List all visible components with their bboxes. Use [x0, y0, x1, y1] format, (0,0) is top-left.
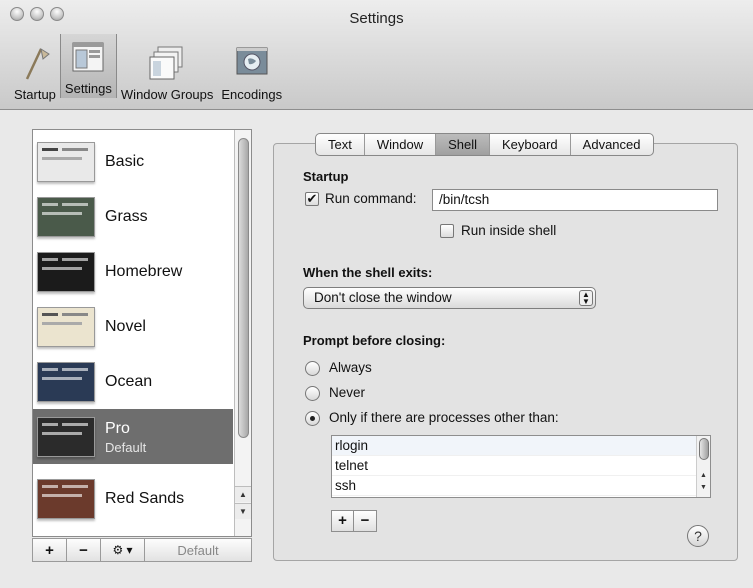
profile-list-buttons: + − ⚙ ▾ Default [32, 538, 252, 562]
remove-profile-button[interactable]: − [67, 539, 101, 561]
updown-arrows-icon: ▲ ▼ [579, 290, 593, 306]
list-item[interactable]: telnet [332, 456, 710, 476]
toolbar: Startup Settings Window Groups Encodings [10, 34, 286, 104]
profile-default-label: Default [105, 439, 147, 455]
toolbar-label: Startup [14, 87, 56, 102]
titlebar: Settings Startup Settings Window Groups … [0, 0, 753, 110]
process-list[interactable]: rlogin telnet ssh ▲ ▼ [331, 435, 711, 498]
default-button[interactable]: Default [145, 539, 251, 561]
encodings-icon [234, 45, 270, 81]
radio-always[interactable] [305, 361, 320, 376]
settings-window: Settings Startup Settings Window Groups … [0, 0, 753, 588]
profile-list[interactable]: Basic Grass Homebrew Novel Ocean Pro Def… [32, 129, 252, 537]
toolbar-settings[interactable]: Settings [59, 34, 117, 98]
profile-thumbnail [37, 251, 95, 292]
help-button[interactable]: ? [687, 525, 709, 547]
add-process-button[interactable]: + [332, 511, 354, 531]
list-item[interactable]: rlogin [332, 436, 710, 456]
gear-menu-button[interactable]: ⚙ ▾ [101, 539, 145, 561]
profile-item-homebrew[interactable]: Homebrew [33, 244, 233, 299]
radio-always-label: Always [329, 360, 372, 375]
radio-only-if-processes[interactable] [305, 411, 320, 426]
profile-name: Ocean [105, 373, 153, 390]
tab-text[interactable]: Text [316, 134, 365, 155]
toolbar-window-groups[interactable]: Window Groups [117, 40, 217, 104]
add-profile-button[interactable]: + [33, 539, 67, 561]
run-command-checkbox[interactable]: ✔ [305, 192, 319, 206]
profile-name: Pro [105, 419, 130, 437]
remove-process-button[interactable]: − [354, 511, 376, 531]
toolbar-label: Settings [64, 81, 112, 96]
scroll-down-arrow-icon[interactable]: ▼ [697, 484, 710, 491]
run-command-label: Run command: [325, 191, 417, 206]
profile-item-ocean[interactable]: Ocean [33, 354, 233, 409]
startup-heading: Startup [303, 169, 349, 184]
scroll-up-arrow-icon[interactable]: ▲ [697, 472, 710, 479]
profile-thumbnail [37, 141, 95, 182]
tab-keyboard[interactable]: Keyboard [490, 134, 571, 155]
run-inside-shell-checkbox[interactable] [440, 224, 454, 238]
profile-item-novel[interactable]: Novel [33, 299, 233, 354]
run-inside-shell-label: Run inside shell [461, 223, 557, 238]
settings-icon [70, 39, 106, 75]
toolbar-label: Encodings [221, 87, 283, 102]
toolbar-encodings[interactable]: Encodings [217, 40, 286, 104]
scroll-up-arrow-icon[interactable]: ▲ [235, 486, 251, 502]
prompt-heading: Prompt before closing: [303, 333, 446, 348]
profile-name: Basic [105, 153, 145, 170]
tab-shell[interactable]: Shell [436, 134, 491, 155]
profile-name: Red Sands [105, 490, 185, 507]
radio-only-if-processes-label: Only if there are processes other than: [329, 410, 559, 425]
tab-window[interactable]: Window [365, 134, 437, 155]
radio-never-label: Never [329, 385, 366, 400]
tab-advanced[interactable]: Advanced [571, 134, 653, 155]
profile-thumbnail [37, 361, 95, 402]
shell-exit-value: Don't close the window [314, 290, 452, 305]
profile-thumbnail [37, 478, 95, 519]
toolbar-startup[interactable]: Startup [10, 40, 60, 104]
toolbar-label: Window Groups [120, 87, 214, 102]
startup-icon [17, 45, 53, 81]
shell-exit-select[interactable]: Don't close the window ▲ ▼ [303, 287, 596, 309]
profile-name: Homebrew [105, 263, 183, 280]
scrollbar-thumb[interactable] [699, 438, 709, 460]
run-command-field[interactable]: /bin/tcsh [432, 189, 718, 211]
profile-item-red-sands[interactable]: Red Sands [33, 471, 233, 526]
scroll-down-arrow-icon[interactable]: ▼ [235, 503, 251, 519]
profile-name: Novel [105, 318, 146, 335]
process-list-scrollbar[interactable]: ▲ ▼ [696, 436, 710, 497]
profile-thumbnail [37, 306, 95, 347]
profile-item-basic[interactable]: Basic [33, 134, 233, 189]
list-item[interactable]: ssh [332, 476, 710, 496]
exit-heading: When the shell exits: [303, 265, 433, 280]
settings-tabs: Text Window Shell Keyboard Advanced [315, 133, 654, 156]
window-title: Settings [349, 10, 404, 27]
profile-list-scrollbar[interactable]: ▲ ▼ [234, 130, 251, 536]
profile-name: Grass [105, 208, 148, 225]
window-groups-icon [149, 45, 185, 81]
process-list-buttons: + − [331, 510, 377, 532]
profile-thumbnail [37, 196, 95, 237]
profile-item-grass[interactable]: Grass [33, 189, 233, 244]
profile-thumbnail [37, 416, 95, 457]
scrollbar-thumb[interactable] [238, 138, 249, 438]
profile-item-pro[interactable]: Pro Default [33, 409, 233, 464]
radio-never[interactable] [305, 386, 320, 401]
